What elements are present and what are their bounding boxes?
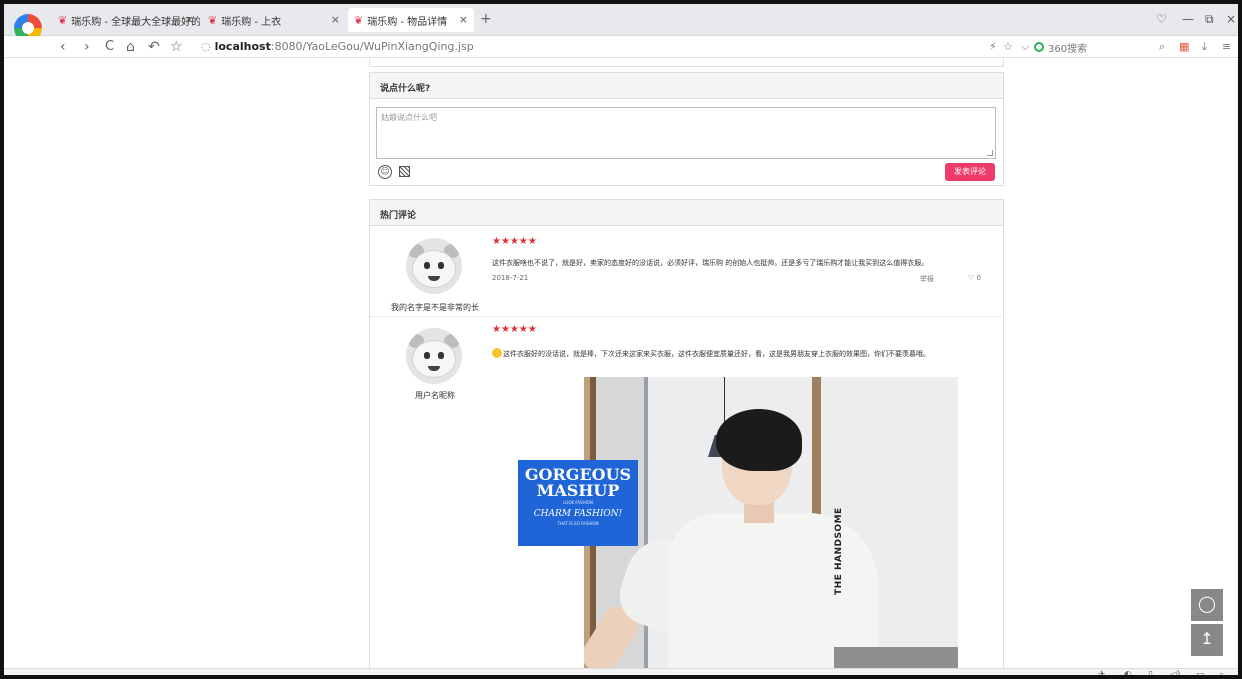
like-count: 0 — [976, 274, 981, 282]
comment-date: 2018-7-21 — [492, 274, 529, 282]
comment-text: 这件衣服啥也不说了，就是好，卖家的态度好的没话说，必须好评，瑞乐购 的创始人也挺… — [492, 259, 929, 267]
tab-close-icon[interactable]: × — [185, 13, 194, 26]
site-favicon-icon: ❦ — [58, 13, 68, 27]
speed-mode-icon[interactable]: ⚡ — [989, 40, 997, 53]
tab-home[interactable]: ❦ 瑞乐购 - 全球最大全球最好的! × — [52, 8, 200, 32]
close-window-icon[interactable]: × — [1226, 12, 1236, 26]
comment-form-title: 说点什么呢? — [370, 73, 1003, 99]
comment-divider — [370, 316, 1003, 317]
window-icon[interactable]: ▭ — [1196, 670, 1205, 675]
comment-username[interactable]: 用户名昵称 — [370, 390, 500, 401]
url-host: localhost — [214, 40, 271, 53]
scrollbar-thumb[interactable] — [1238, 559, 1242, 629]
report-link[interactable]: 举报 — [920, 274, 934, 284]
comment-form-panel: 说点什么呢? 姑娘说点什么吧 ☺ 发表评论 — [369, 72, 1004, 186]
trash-icon[interactable]: ▯ — [1148, 670, 1153, 675]
tab-title: 瑞乐购 - 全球最大全球最好的! — [71, 16, 200, 28]
avatar[interactable] — [406, 328, 462, 384]
search-engine-label: 360搜索 — [1048, 43, 1088, 55]
url-path: :8080/YaoLeGou/WuPinXiangQing.jsp — [270, 40, 474, 53]
like-button[interactable]: ♡ 0 — [968, 274, 981, 282]
tab-title: 瑞乐购 - 物品详情 — [367, 16, 448, 28]
apps-icon[interactable]: ▦ — [1179, 40, 1189, 53]
home-icon[interactable]: ⌂ — [126, 39, 135, 55]
scroll-down-icon[interactable]: ▼ — [1238, 657, 1242, 664]
url-field[interactable]: ◌ localhost:8080/YaoLeGou/WuPinXiangQing.… — [201, 40, 474, 53]
site-favicon-icon: ❦ — [354, 13, 364, 27]
promo-line-2: MASHUP — [536, 481, 620, 500]
browser-window: ❦ 瑞乐购 - 全球最大全球最好的! × ❦ 瑞乐购 - 上衣 × ❦ 瑞乐购 … — [0, 0, 1242, 679]
bookmark-star-icon[interactable]: ☆ — [1003, 40, 1013, 53]
back-icon[interactable]: ‹ — [60, 39, 66, 55]
page-content: 说点什么呢? 姑娘说点什么吧 ☺ 发表评论 热门评论 我的名字是不是非常的长 ★… — [4, 59, 1238, 668]
hot-comments-title: 热门评论 — [370, 200, 1003, 226]
address-bar: ‹ › C ⌂ ↶ ☆ ◌ localhost:8080/YaoLeGou/WuP… — [4, 36, 1238, 58]
comment-photo[interactable]: THE HANDSOME — [584, 377, 958, 668]
download-icon[interactable]: ⤓ — [1202, 40, 1207, 54]
promo-line-3: CHARM FASHION! — [533, 509, 623, 519]
image-upload-icon[interactable] — [399, 166, 410, 177]
favorite-star-icon[interactable]: ☆ — [170, 39, 183, 55]
rating-stars: ★★★★★ — [492, 236, 537, 247]
thumbs-up-icon: ♡ — [968, 274, 975, 282]
tab-item-details[interactable]: ❦ 瑞乐购 - 物品详情 × — [348, 8, 474, 32]
tab-tops[interactable]: ❦ 瑞乐购 - 上衣 × — [202, 8, 346, 32]
site-favicon-icon: ❦ — [208, 13, 218, 27]
sleeve-print-text: THE HANDSOME — [834, 507, 844, 595]
history-icon[interactable]: ◐ — [1124, 670, 1132, 675]
back-to-top-icon: ↥ — [1200, 629, 1214, 648]
shirt-shape — [668, 513, 878, 668]
comment-text: 这件衣服好的没话说，就是棒，下次还来这家来买衣服，这件衣服便宜质量还好，看，这是… — [492, 348, 930, 359]
comment-item: 我的名字是不是非常的长 ★★★★★ 这件衣服啥也不说了，就是好，卖家的态度好的没… — [370, 226, 1003, 316]
scroll-up-icon[interactable]: ▲ — [1238, 61, 1242, 68]
skin-icon[interactable]: ♡ — [1156, 12, 1167, 26]
back-to-top-button[interactable]: ↥ — [1191, 624, 1223, 656]
minimize-icon[interactable]: — — [1182, 12, 1194, 26]
maximize-icon[interactable]: ⧉ — [1205, 12, 1214, 27]
post-comment-button[interactable]: 发表评论 — [945, 163, 995, 181]
previous-panel-edge — [369, 59, 1004, 67]
chat-float-button[interactable]: ◯ — [1191, 589, 1223, 621]
tab-close-icon[interactable]: × — [331, 13, 340, 26]
tab-bar: ❦ 瑞乐购 - 全球最大全球最好的! × ❦ 瑞乐购 - 上衣 × ❦ 瑞乐购 … — [4, 4, 1238, 42]
site-info-icon[interactable]: ◌ — [201, 40, 211, 53]
smiley-emoji-icon — [492, 348, 502, 358]
volume-icon[interactable]: ◁) — [1170, 670, 1180, 675]
resize-handle-icon[interactable] — [987, 150, 993, 156]
zoom-icon[interactable]: ⌕ — [1219, 670, 1224, 675]
comment-textarea[interactable]: 姑娘说点什么吧 — [376, 107, 996, 159]
dropdown-icon[interactable]: ⌵ — [1021, 40, 1029, 54]
reload-icon[interactable]: C — [105, 39, 114, 54]
tab-close-icon[interactable]: × — [459, 13, 468, 26]
undo-close-icon[interactable]: ↶ — [148, 39, 160, 55]
promo-small-2: THAT IS SO FASHION — [557, 521, 599, 526]
comment-username[interactable]: 我的名字是不是非常的长 — [370, 302, 500, 313]
status-bar: ✈ ◐ ▯ ◁) ▭ ⌕ — [4, 668, 1238, 675]
search-engine-logo-icon — [1034, 42, 1044, 52]
menu-icon[interactable]: ≡ — [1222, 40, 1231, 53]
chat-icon: ◯ — [1198, 594, 1216, 613]
forward-icon[interactable]: › — [84, 39, 90, 55]
comment-placeholder: 姑娘说点什么吧 — [381, 113, 437, 122]
accelerate-icon[interactable]: ✈ — [1098, 670, 1106, 675]
emoji-icon[interactable]: ☺ — [378, 165, 392, 179]
vertical-scrollbar[interactable]: ▲ ▼ — [1237, 59, 1242, 668]
fashion-promo-overlay: GORGEOUS MASHUP LOOK FASHION CHARM FASHI… — [518, 460, 638, 546]
tab-title: 瑞乐购 - 上衣 — [221, 16, 282, 28]
avatar[interactable] — [406, 238, 462, 294]
promo-small-1: LOOK FASHION — [563, 500, 593, 505]
rating-stars: ★★★★★ — [492, 324, 537, 335]
search-icon[interactable]: ⌕ — [1159, 40, 1165, 54]
new-tab-icon[interactable]: + — [480, 11, 492, 27]
